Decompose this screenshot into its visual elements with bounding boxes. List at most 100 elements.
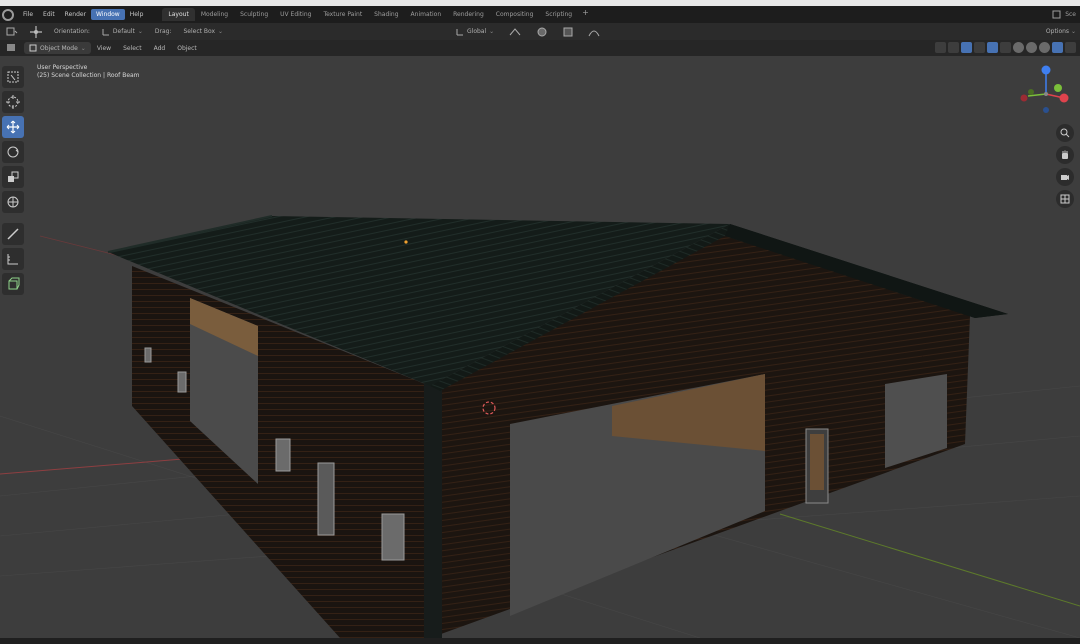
gizmo-x-icon (1059, 93, 1069, 103)
solid-shading-icon[interactable] (1026, 42, 1037, 53)
material-shading-icon[interactable] (1039, 42, 1050, 53)
transform-orientation-dropdown[interactable]: Global ⌄ (450, 26, 500, 38)
grid-icon (1060, 194, 1070, 204)
camera-view-button[interactable] (1056, 168, 1074, 186)
editor-type-icon[interactable] (0, 41, 22, 56)
menu-render[interactable]: Render (60, 9, 91, 20)
navigation-buttons (1056, 124, 1074, 208)
menu-window[interactable]: Window (91, 9, 125, 20)
rendered-shading-icon[interactable] (1052, 42, 1063, 53)
menu-object[interactable]: Object (171, 43, 203, 54)
overlays-dropdown-icon[interactable] (974, 42, 985, 53)
measure-icon (7, 254, 18, 265)
chevron-down-icon: ⌄ (218, 28, 224, 35)
top-menu-bar: File Edit Render Window Help Layout Mode… (0, 6, 1080, 23)
proportional-edit-icon[interactable] (556, 24, 580, 40)
side-door-opening (885, 374, 947, 468)
3d-viewport[interactable]: User Perspective (25) Scene Collection |… (0, 56, 1080, 638)
options-dropdown[interactable]: Options ⌄ (1046, 23, 1076, 40)
zoom-button[interactable] (1056, 124, 1074, 142)
gizmo-neg-z-icon (1043, 107, 1049, 113)
pan-button[interactable] (1056, 146, 1074, 164)
chevron-down-icon: ⌄ (1069, 28, 1076, 35)
status-bar (0, 638, 1080, 644)
gizmo-y-icon (1054, 84, 1062, 92)
falloff-icon[interactable] (582, 24, 606, 40)
menu-select[interactable]: Select (117, 43, 148, 54)
object-origin-icon (404, 240, 408, 244)
tool-settings-icon[interactable] (0, 25, 24, 39)
gizmo-toggle-icon[interactable] (948, 42, 959, 53)
scene-selector[interactable]: Sce (1052, 10, 1080, 19)
menu-edit[interactable]: Edit (38, 9, 60, 20)
mode-selector[interactable]: Object Mode ⌄ (24, 42, 91, 54)
wireframe-shading-icon[interactable] (1013, 42, 1024, 53)
transform-controls: Global ⌄ (450, 23, 606, 40)
menu-file[interactable]: File (18, 9, 38, 20)
tab-scripting[interactable]: Scripting (539, 8, 578, 21)
window (144, 347, 152, 363)
orientation-dropdown[interactable]: Default ⌄ (96, 26, 149, 38)
transform-icon (7, 196, 19, 208)
orientation-label: Orientation: (54, 28, 90, 35)
add-workspace-icon[interactable]: + (578, 8, 593, 21)
tab-modeling[interactable]: Modeling (195, 8, 234, 21)
drag-value: Select Box (183, 28, 216, 35)
tab-shading[interactable]: Shading (368, 8, 404, 21)
y-axis-line (779, 513, 1080, 607)
tool-shelf (2, 66, 24, 295)
pan-hand-icon (1062, 150, 1068, 159)
tab-animation[interactable]: Animation (405, 8, 448, 21)
tab-layout[interactable]: Layout (162, 8, 195, 21)
blender-logo-icon[interactable] (2, 8, 14, 21)
select-box-icon (7, 71, 19, 83)
workspace-tabs: Layout Modeling Sculpting UV Editing Tex… (162, 8, 592, 21)
viewport-info: User Perspective (25) Scene Collection |… (37, 64, 140, 80)
barn-scene (0, 215, 1080, 638)
transform-tool[interactable] (2, 191, 24, 213)
drag-dropdown[interactable]: Select Box ⌄ (177, 26, 229, 37)
window (275, 438, 291, 472)
tab-compositing[interactable]: Compositing (490, 8, 540, 21)
options-label: Options (1045, 28, 1070, 35)
tab-uv-editing[interactable]: UV Editing (274, 8, 317, 21)
object-mode-icon (29, 44, 37, 52)
xray-dropdown-icon[interactable] (1000, 42, 1011, 53)
pivot-point-icon[interactable] (502, 25, 528, 39)
tab-rendering[interactable]: Rendering (447, 8, 490, 21)
scale-icon (8, 171, 19, 182)
scene-label: Sce (1065, 11, 1076, 18)
visibility-icon[interactable] (935, 42, 946, 53)
menu-add[interactable]: Add (148, 43, 172, 54)
gizmo-neg-x-icon (1020, 94, 1028, 102)
tab-texture-paint[interactable]: Texture Paint (317, 8, 368, 21)
add-cube-tool[interactable] (2, 273, 24, 295)
move-tool[interactable] (2, 116, 24, 138)
xray-icon[interactable] (987, 42, 998, 53)
select-box-tool[interactable] (2, 66, 24, 88)
axes-icon (102, 28, 109, 35)
navigation-gizmo[interactable] (1014, 62, 1074, 122)
projection-toggle-button[interactable] (1056, 190, 1074, 208)
scale-tool[interactable] (2, 166, 24, 188)
transform-pivot-icon[interactable] (24, 24, 48, 40)
camera-icon (1061, 175, 1069, 180)
rotate-tool[interactable] (2, 141, 24, 163)
measure-tool[interactable] (2, 248, 24, 270)
tab-sculpting[interactable]: Sculpting (234, 8, 274, 21)
window (381, 513, 405, 561)
annotate-tool[interactable] (2, 223, 24, 245)
overlays-icon[interactable] (961, 42, 972, 53)
collection-path: (25) Scene Collection | Roof Beam (37, 72, 140, 79)
viewport-shading-controls (935, 42, 1076, 53)
scene-icon (1052, 10, 1061, 19)
chevron-down-icon: ⌄ (489, 28, 495, 35)
cursor-tool[interactable] (2, 91, 24, 113)
menu-help[interactable]: Help (125, 9, 149, 20)
menu-view[interactable]: View (91, 43, 117, 54)
snap-icon[interactable] (530, 24, 554, 40)
gizmo-z-icon (1041, 65, 1051, 75)
transform-orientation-value: Global (467, 28, 487, 35)
add-cube-icon (8, 277, 20, 290)
shading-options-icon[interactable] (1065, 42, 1076, 53)
